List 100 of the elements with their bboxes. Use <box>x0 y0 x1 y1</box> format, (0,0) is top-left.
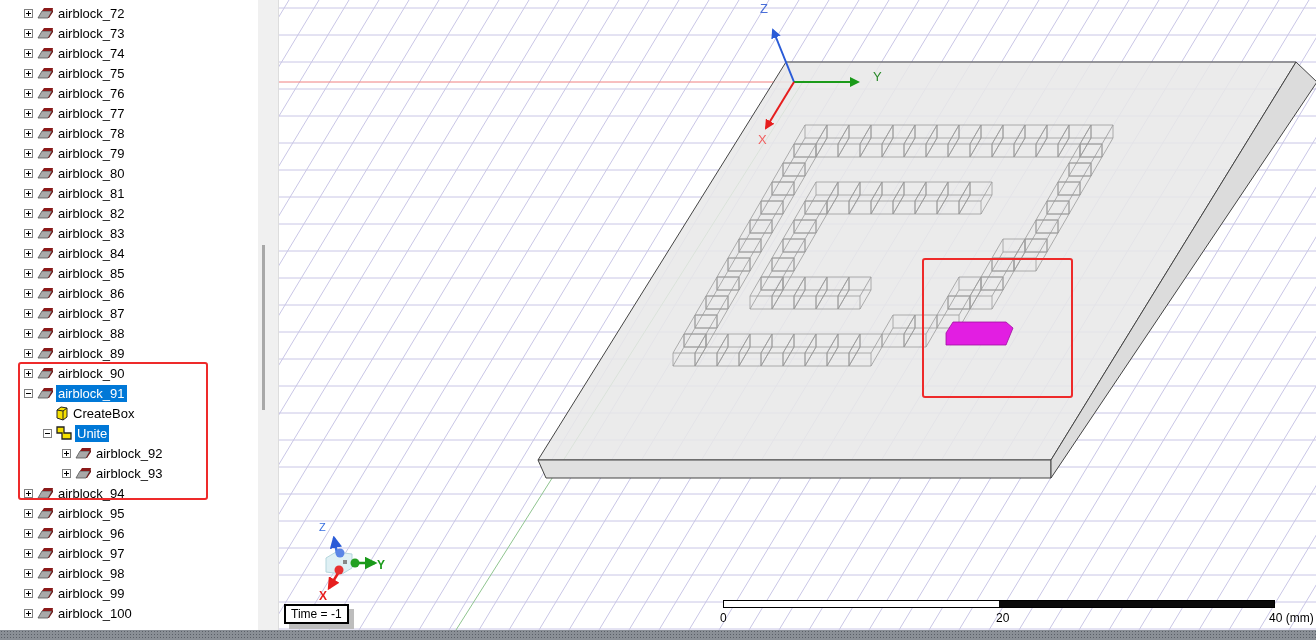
expand-toggle[interactable] <box>24 128 33 138</box>
plus-icon <box>25 69 32 77</box>
tree-item[interactable]: airblock_97 <box>56 544 127 562</box>
solid-block-icon <box>37 607 53 619</box>
axis-label: Z <box>319 521 326 533</box>
tree-item[interactable]: airblock_90 <box>56 364 127 382</box>
solid-block-icon <box>37 567 53 579</box>
plus-icon <box>25 169 32 177</box>
tree-item[interactable]: airblock_80 <box>56 164 127 182</box>
plus-icon <box>25 329 32 337</box>
expand-toggle[interactable] <box>24 588 33 598</box>
plus-icon <box>25 589 32 597</box>
expand-toggle[interactable] <box>24 328 33 338</box>
expand-toggle[interactable] <box>24 8 33 18</box>
expand-toggle[interactable] <box>62 468 71 478</box>
expand-toggle[interactable] <box>24 568 33 578</box>
tree-item[interactable]: airblock_95 <box>56 504 127 522</box>
expand-toggle[interactable] <box>43 428 52 438</box>
solid-block-icon <box>37 87 53 99</box>
expand-toggle[interactable] <box>24 268 33 278</box>
tree-item[interactable]: airblock_79 <box>56 144 127 162</box>
expand-toggle[interactable] <box>62 448 71 458</box>
expand-toggle[interactable] <box>24 68 33 78</box>
solid-block-icon <box>75 447 91 459</box>
tree-item[interactable]: airblock_78 <box>56 124 127 142</box>
tree-item[interactable]: airblock_72 <box>56 4 127 22</box>
solid-block-icon <box>37 7 53 19</box>
expand-toggle[interactable] <box>24 168 33 178</box>
scale-tick-label: 40 (mm) <box>1269 611 1314 625</box>
plus-icon <box>25 209 32 217</box>
axis-label: Y <box>377 558 385 572</box>
tree-item[interactable]: airblock_82 <box>56 204 127 222</box>
tree-item[interactable]: airblock_84 <box>56 244 127 262</box>
tree-item[interactable]: airblock_75 <box>56 64 127 82</box>
solid-block-icon <box>37 507 53 519</box>
z-axis-arrow <box>771 28 795 83</box>
tree-item[interactable]: airblock_81 <box>56 184 127 202</box>
tree-item[interactable]: airblock_93 <box>94 464 165 482</box>
expand-toggle[interactable] <box>24 48 33 58</box>
tree-item[interactable]: CreateBox <box>71 404 137 422</box>
plus-icon <box>25 569 32 577</box>
tree-item[interactable]: Unite <box>75 424 110 442</box>
expand-toggle[interactable] <box>24 88 33 98</box>
axis-label: X <box>758 132 767 147</box>
tree-item[interactable]: airblock_99 <box>56 584 127 602</box>
plus-icon <box>25 109 32 117</box>
tree-item[interactable]: airblock_98 <box>56 564 127 582</box>
plus-icon <box>25 609 32 617</box>
plus-icon <box>25 149 32 157</box>
tree-item[interactable]: airblock_89 <box>56 344 127 362</box>
solid-block-icon <box>37 307 53 319</box>
expand-toggle[interactable] <box>24 208 33 218</box>
expand-toggle[interactable] <box>24 188 33 198</box>
tree-item[interactable]: airblock_96 <box>56 524 127 542</box>
box-icon <box>56 405 68 421</box>
solid-block-icon <box>37 327 53 339</box>
scrollbar-thumb[interactable] <box>262 245 265 410</box>
tree-item[interactable]: airblock_77 <box>56 104 127 122</box>
tree-item[interactable]: airblock_76 <box>56 84 127 102</box>
axis-label: Y <box>873 69 882 84</box>
expand-toggle[interactable] <box>24 348 33 358</box>
expand-toggle[interactable] <box>24 288 33 298</box>
expand-toggle[interactable] <box>24 108 33 118</box>
expand-toggle[interactable] <box>24 548 33 558</box>
axis-label: X <box>319 589 327 603</box>
expand-toggle[interactable] <box>24 308 33 318</box>
solid-block-icon <box>37 107 53 119</box>
tree-item[interactable]: airblock_88 <box>56 324 127 342</box>
tree-item[interactable]: airblock_92 <box>94 444 165 462</box>
tree-item[interactable]: airblock_87 <box>56 304 127 322</box>
y-axis-arrow <box>793 77 860 87</box>
tree-item[interactable]: airblock_73 <box>56 24 127 42</box>
solid-block-icon <box>37 527 53 539</box>
expand-toggle[interactable] <box>24 528 33 538</box>
tree-item[interactable]: airblock_85 <box>56 264 127 282</box>
tree-item[interactable]: airblock_94 <box>56 484 127 502</box>
scale-tick-label: 0 <box>720 611 727 625</box>
solid-block-icon <box>37 367 53 379</box>
tree-item[interactable]: airblock_91 <box>56 384 127 402</box>
plus-icon <box>25 129 32 137</box>
expand-toggle[interactable] <box>24 248 33 258</box>
expand-toggle[interactable] <box>24 608 33 618</box>
3d-viewport[interactable]: Z Y X Z Y X Time = -1 0 20 40 (mm) <box>279 0 1316 630</box>
expand-toggle[interactable] <box>24 28 33 38</box>
solid-block-icon <box>37 227 53 239</box>
tree-item[interactable]: airblock_83 <box>56 224 127 242</box>
tree-item[interactable]: airblock_100 <box>56 604 134 622</box>
scrollbar[interactable] <box>258 0 279 630</box>
expand-toggle[interactable] <box>24 148 33 158</box>
tree-item[interactable]: airblock_74 <box>56 44 127 62</box>
plus-icon <box>25 49 32 57</box>
expand-toggle[interactable] <box>24 388 33 398</box>
expand-toggle[interactable] <box>24 488 33 498</box>
expand-toggle[interactable] <box>24 368 33 378</box>
tree-item[interactable]: airblock_86 <box>56 284 127 302</box>
orientation-cube-icon <box>325 535 378 591</box>
solid-block-icon <box>75 467 91 479</box>
solid-block-icon <box>37 387 53 399</box>
expand-toggle[interactable] <box>24 228 33 238</box>
expand-toggle[interactable] <box>24 508 33 518</box>
